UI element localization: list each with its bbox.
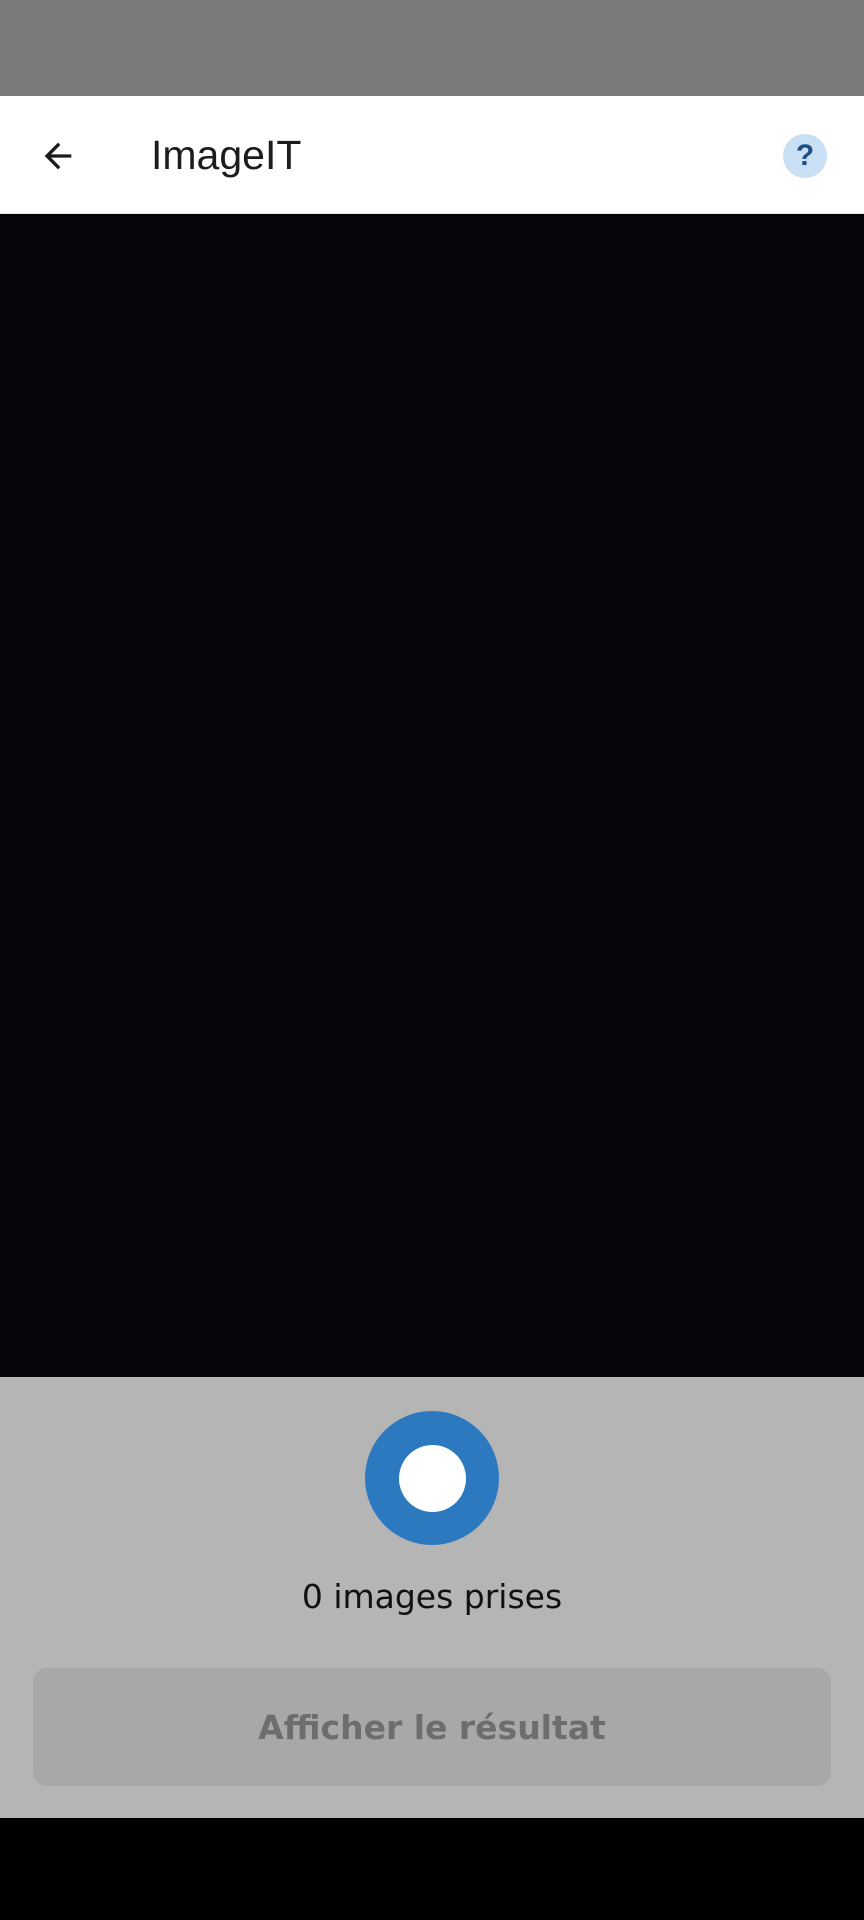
show-result-button[interactable]: Afficher le résultat bbox=[33, 1668, 831, 1786]
app-bar: ImageIT bbox=[0, 96, 864, 214]
help-icon: ? bbox=[795, 139, 815, 172]
help-button[interactable]: ? bbox=[783, 134, 827, 178]
bottom-panel: 0 images prises Afficher le résultat bbox=[0, 1377, 864, 1818]
camera-preview bbox=[0, 214, 864, 1377]
shutter-icon bbox=[398, 1444, 466, 1512]
image-count-label: 0 images prises bbox=[301, 1577, 563, 1616]
status-bar bbox=[0, 0, 864, 96]
page-title: ImageIT bbox=[151, 132, 302, 178]
shutter-button[interactable] bbox=[365, 1411, 499, 1545]
arrow-left-icon bbox=[44, 142, 72, 170]
back-button[interactable] bbox=[22, 120, 94, 192]
navigation-bar bbox=[0, 1818, 864, 1920]
